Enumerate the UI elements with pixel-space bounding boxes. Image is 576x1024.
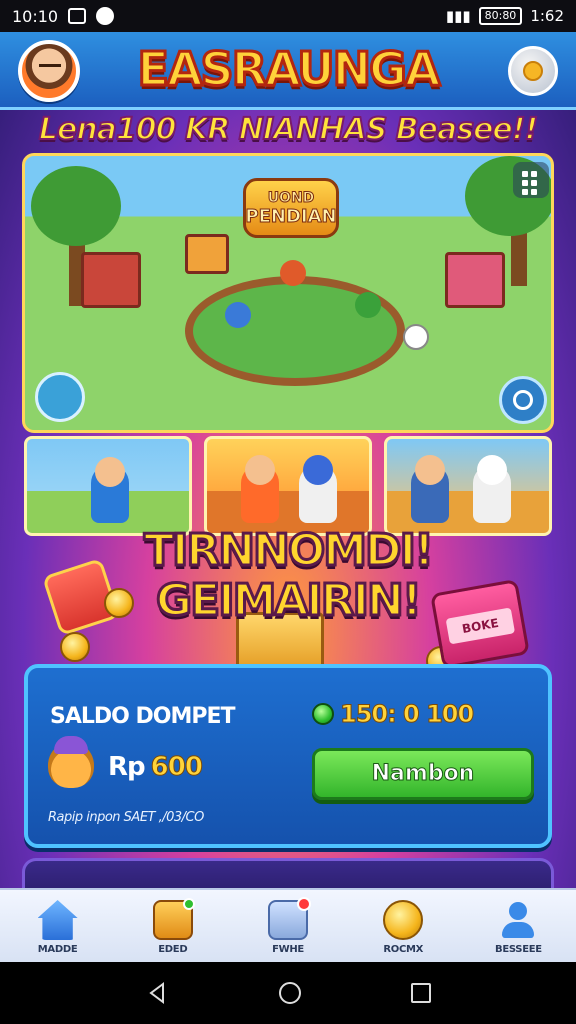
refresh-icon [513, 390, 533, 410]
back-icon[interactable] [145, 981, 169, 1005]
recent-apps-icon[interactable] [411, 983, 431, 1003]
coin-decoration [60, 632, 90, 662]
home-icon [37, 900, 78, 940]
promo-subtitle: Lena100 KR NIANHAS Beasee!! [38, 111, 539, 148]
gem-icon [312, 703, 334, 725]
shop-building[interactable] [81, 252, 141, 308]
nav-item-home[interactable]: MADDE [0, 890, 115, 962]
game-thumbnail-1[interactable] [24, 436, 192, 536]
player-avatar[interactable] [18, 40, 80, 102]
status-bar: 10:10 ▮▮▮ 80:80 1:62 [0, 0, 576, 32]
coin-icon [383, 900, 424, 940]
refresh-button[interactable] [499, 376, 547, 424]
notification-icon [68, 8, 87, 24]
inventory-box-icon [152, 898, 195, 940]
promo-title-line2: GEIMAIRIN! [155, 574, 424, 627]
profile-icon [498, 900, 538, 940]
points-value: 150: 0 100 [339, 700, 474, 729]
notification-button[interactable] [508, 46, 558, 96]
nav-item-inventory[interactable]: EDED [115, 890, 230, 962]
stall-building[interactable] [185, 234, 229, 274]
tree [31, 166, 121, 246]
battery-icon: 80:80 [478, 7, 523, 25]
event-badge-line1: UOND [267, 189, 315, 206]
bell-icon [523, 61, 543, 81]
wallet-footnote: Rapip inpon SAET ,/03/CO [48, 810, 204, 825]
mail-icon [268, 897, 311, 940]
currency-prefix: Rp [108, 752, 146, 782]
signal-icon: ▮▮▮ [445, 7, 471, 25]
event-badge[interactable]: UOND PENDIAN [243, 178, 339, 238]
wallet-title: SALDO DOMPET [50, 704, 236, 729]
tower-object[interactable] [280, 260, 306, 286]
camera-left-button[interactable] [35, 372, 85, 422]
points-display: 150: 0 100 [312, 700, 475, 729]
mascot-icon [48, 736, 94, 788]
status-app-icon [96, 7, 115, 25]
wallet-panel: SALDO DOMPET 150: 0 100 Rp 600 Nambon Rap… [24, 664, 552, 848]
balance-display: Rp 600 [108, 752, 203, 783]
system-navigation-bar [0, 962, 576, 1024]
primary-action-button[interactable]: Nambon [312, 748, 534, 800]
nav-label: BESSEEE [495, 944, 542, 955]
game-map-scene[interactable]: UOND PENDIAN [22, 153, 554, 433]
status-clock: 1:62 [530, 7, 564, 25]
character-piece[interactable] [225, 302, 251, 328]
nav-item-coins[interactable]: ROCMX [346, 890, 461, 962]
nav-item-profile[interactable]: BESSEEE [461, 890, 576, 962]
nav-label: ROCMX [383, 944, 424, 955]
house-building[interactable] [445, 252, 505, 308]
character-bear[interactable] [403, 324, 429, 350]
nav-label: EDED [158, 944, 188, 955]
bottom-navigation: MADDE EDED FWHE ROCMX BESSEEE [0, 888, 576, 962]
app-title: EASRAUNGA [136, 41, 442, 98]
nav-label: FWHE [272, 944, 304, 955]
status-time: 10:10 [12, 6, 59, 26]
balance-value: 600 [150, 752, 203, 783]
nav-item-mail[interactable]: FWHE [230, 890, 345, 962]
grid-menu-button[interactable] [513, 162, 549, 198]
home-button-icon[interactable] [279, 982, 301, 1004]
promo-title: TIRNNOMDI! GEIMAIRIN! [0, 524, 576, 627]
game-thumbnail-3[interactable] [384, 436, 552, 536]
nav-label: MADDE [37, 944, 78, 955]
game-thumbnail-2[interactable] [204, 436, 372, 536]
event-badge-line2: PENDIAN [245, 205, 337, 227]
character-piece[interactable] [355, 292, 381, 318]
promo-title-line1: TIRNNOMDI! [142, 524, 435, 577]
